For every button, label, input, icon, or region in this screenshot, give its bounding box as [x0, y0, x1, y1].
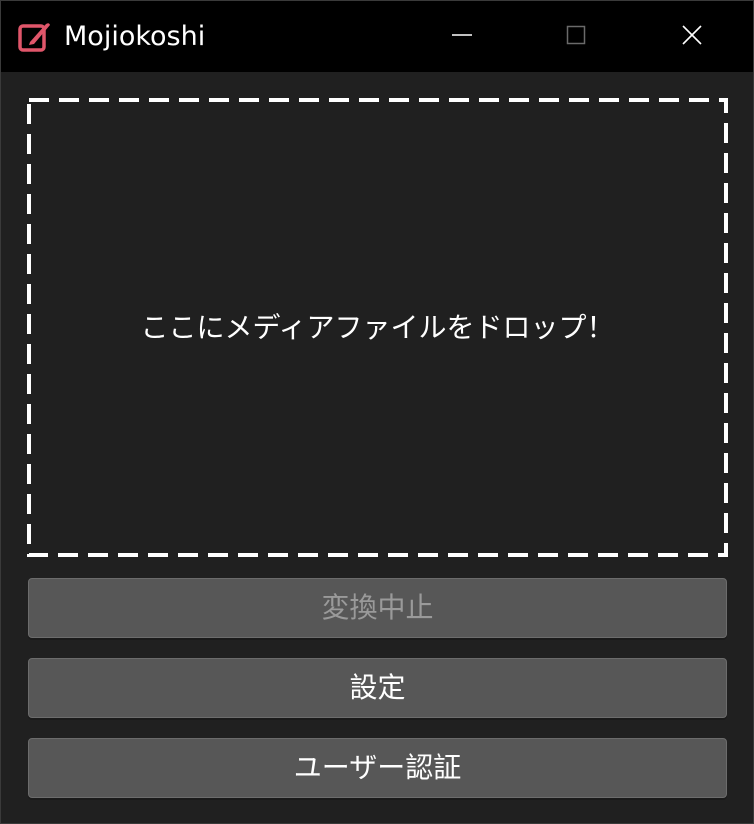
- user-auth-button[interactable]: ユーザー認証: [28, 738, 727, 798]
- file-drop-zone[interactable]: ここにメディアファイルをドロップ！: [27, 98, 728, 557]
- close-button[interactable]: [637, 1, 747, 72]
- maximize-button[interactable]: [521, 1, 631, 72]
- app-window: Mojiokoshi ここにメディアファイルをドロップ！ 変換中止 設定 ユーザ…: [0, 0, 754, 824]
- pencil-note-icon: [17, 19, 53, 55]
- minimize-icon: [451, 24, 473, 50]
- title-bar[interactable]: Mojiokoshi: [1, 1, 753, 72]
- window-title: Mojiokoshi: [64, 21, 206, 52]
- settings-button[interactable]: 設定: [28, 658, 727, 718]
- close-icon: [680, 23, 704, 51]
- drop-zone-hint: ここにメディアファイルをドロップ！: [140, 311, 615, 344]
- minimize-button[interactable]: [407, 1, 517, 72]
- maximize-icon: [565, 24, 587, 50]
- stop-conversion-button[interactable]: 変換中止: [28, 578, 727, 638]
